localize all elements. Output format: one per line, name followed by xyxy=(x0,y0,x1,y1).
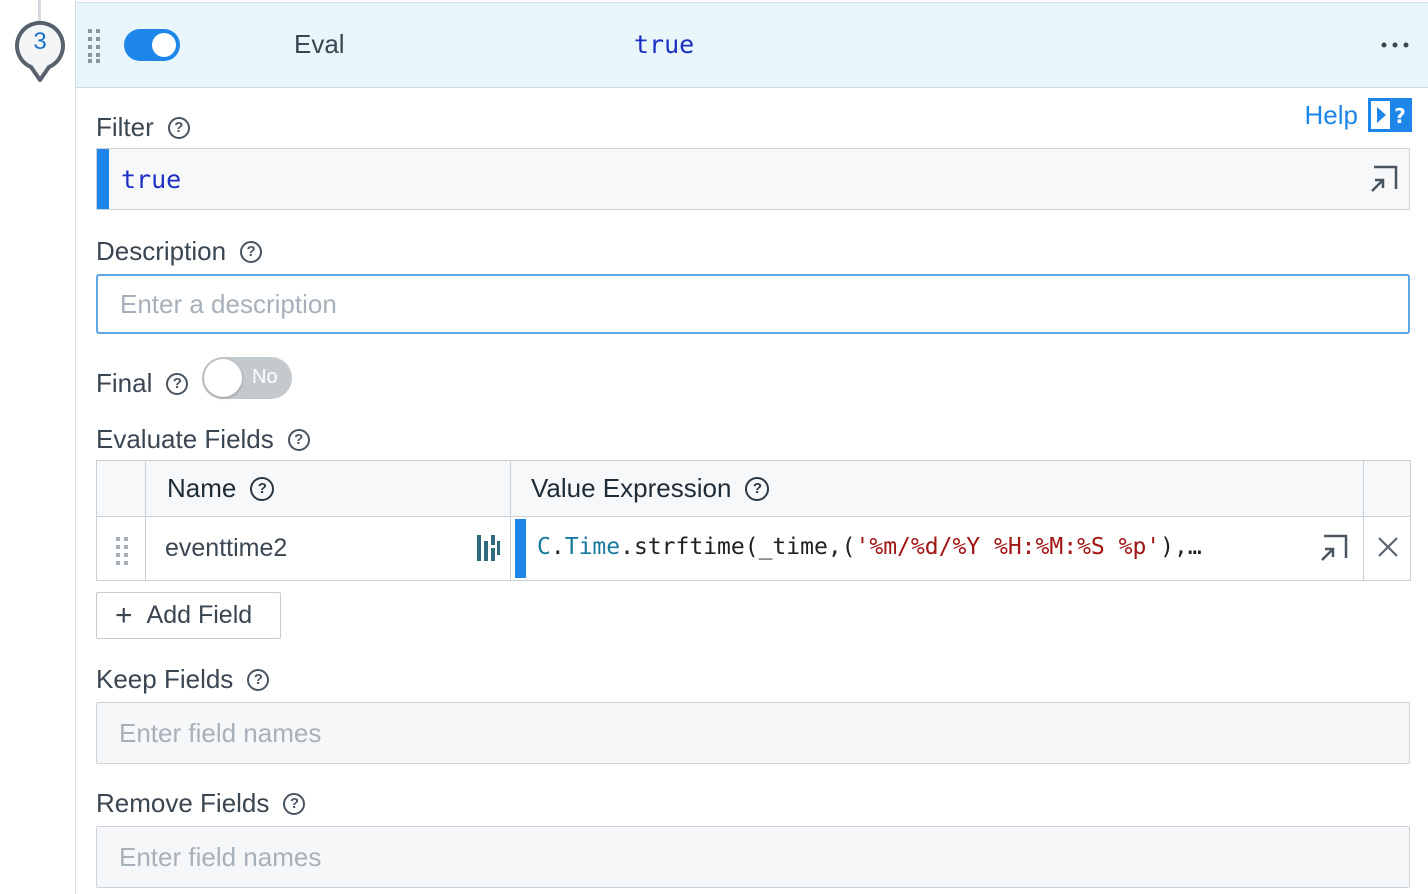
help-circle-icon[interactable]: ? xyxy=(240,240,263,263)
keep-fields-label-text: Keep Fields xyxy=(96,664,234,694)
function-enabled-toggle[interactable] xyxy=(124,29,180,61)
expr-token: Time xyxy=(564,534,621,560)
editor-accent-bar xyxy=(515,519,526,578)
description-label: Description ? xyxy=(96,236,263,267)
rail-divider xyxy=(75,0,76,894)
drag-handle-icon[interactable] xyxy=(86,28,102,64)
table-header-row: Name ? Value Expression ? xyxy=(97,461,1410,517)
help-circle-icon[interactable]: ? xyxy=(287,428,310,451)
add-field-button[interactable]: + Add Field xyxy=(96,592,281,639)
function-filter-summary: true xyxy=(634,30,695,59)
help-circle-icon[interactable]: ? xyxy=(250,476,275,501)
filter-label: Filter ? xyxy=(96,112,190,143)
description-input[interactable] xyxy=(96,274,1410,334)
description-label-text: Description xyxy=(96,236,227,266)
expand-editor-icon[interactable] xyxy=(1369,164,1399,194)
column-header-value-text: Value Expression xyxy=(531,473,732,503)
expr-string-token: '%m/%d/%Y %H:%M:%S %p' xyxy=(855,534,1161,560)
expr-token: ),… xyxy=(1160,534,1202,560)
toggle-knob xyxy=(152,33,176,57)
filter-label-text: Filter xyxy=(96,112,154,142)
close-icon[interactable] xyxy=(1377,536,1399,558)
cribl-fx-icon[interactable] xyxy=(475,533,501,563)
expand-editor-icon[interactable] xyxy=(1319,533,1349,563)
final-label: Final ? xyxy=(96,368,189,399)
final-toggle[interactable]: No xyxy=(202,357,292,399)
add-field-label: Add Field xyxy=(146,601,253,629)
keep-fields-input[interactable] xyxy=(96,702,1410,764)
rail-connector xyxy=(38,0,41,22)
editor-accent-bar xyxy=(97,149,109,209)
toggle-knob xyxy=(204,359,242,397)
help-label[interactable]: Help xyxy=(1305,100,1358,131)
remove-fields-label: Remove Fields ? xyxy=(96,788,306,819)
column-header-name: Name ? xyxy=(167,473,275,504)
help-circle-icon[interactable]: ? xyxy=(283,792,306,815)
keep-fields-label: Keep Fields ? xyxy=(96,664,270,695)
step-number: 3 xyxy=(33,28,47,55)
plus-icon: + xyxy=(115,598,133,632)
expr-token: .strftime(_time,( xyxy=(620,534,856,560)
svg-text:?: ? xyxy=(1394,104,1406,128)
expr-token: . xyxy=(550,534,565,560)
more-horizontal-icon[interactable] xyxy=(1380,41,1410,49)
filter-expression[interactable]: true xyxy=(121,165,181,194)
column-header-name-text: Name xyxy=(167,473,237,503)
table-row: eventtime2 C.Time.strftime(_time,('%m/%d… xyxy=(97,516,1410,580)
help-circle-icon[interactable]: ? xyxy=(745,476,770,501)
help-panel-icon[interactable]: ? xyxy=(1368,98,1412,132)
help-circle-icon[interactable]: ? xyxy=(166,372,189,395)
pipeline-rail: 3 xyxy=(0,0,75,894)
field-name-input[interactable]: eventtime2 xyxy=(165,534,287,563)
value-expression-editor[interactable]: C.Time.strftime(_time,('%m/%d/%Y %H:%M:%… xyxy=(537,534,1202,560)
evaluate-fields-table: Name ? Value Expression ? eventtime2 C.T… xyxy=(96,460,1411,581)
remove-fields-input[interactable] xyxy=(96,826,1410,888)
remove-fields-label-text: Remove Fields xyxy=(96,788,270,818)
evaluate-fields-label: Evaluate Fields ? xyxy=(96,424,310,455)
column-header-value-expression: Value Expression ? xyxy=(531,473,770,504)
filter-editor[interactable]: true xyxy=(96,148,1410,210)
function-header[interactable]: Eval true xyxy=(76,2,1428,88)
expr-token: C xyxy=(537,534,551,560)
row-drag-handle-icon[interactable] xyxy=(115,536,129,566)
final-toggle-text: No xyxy=(252,366,278,388)
evaluate-fields-label-text: Evaluate Fields xyxy=(96,424,274,454)
final-label-text: Final xyxy=(96,368,153,398)
help-circle-icon[interactable]: ? xyxy=(167,116,190,139)
help-circle-icon[interactable]: ? xyxy=(247,668,270,691)
help-link[interactable]: Help ? xyxy=(1305,98,1412,132)
function-name: Eval xyxy=(294,29,345,59)
